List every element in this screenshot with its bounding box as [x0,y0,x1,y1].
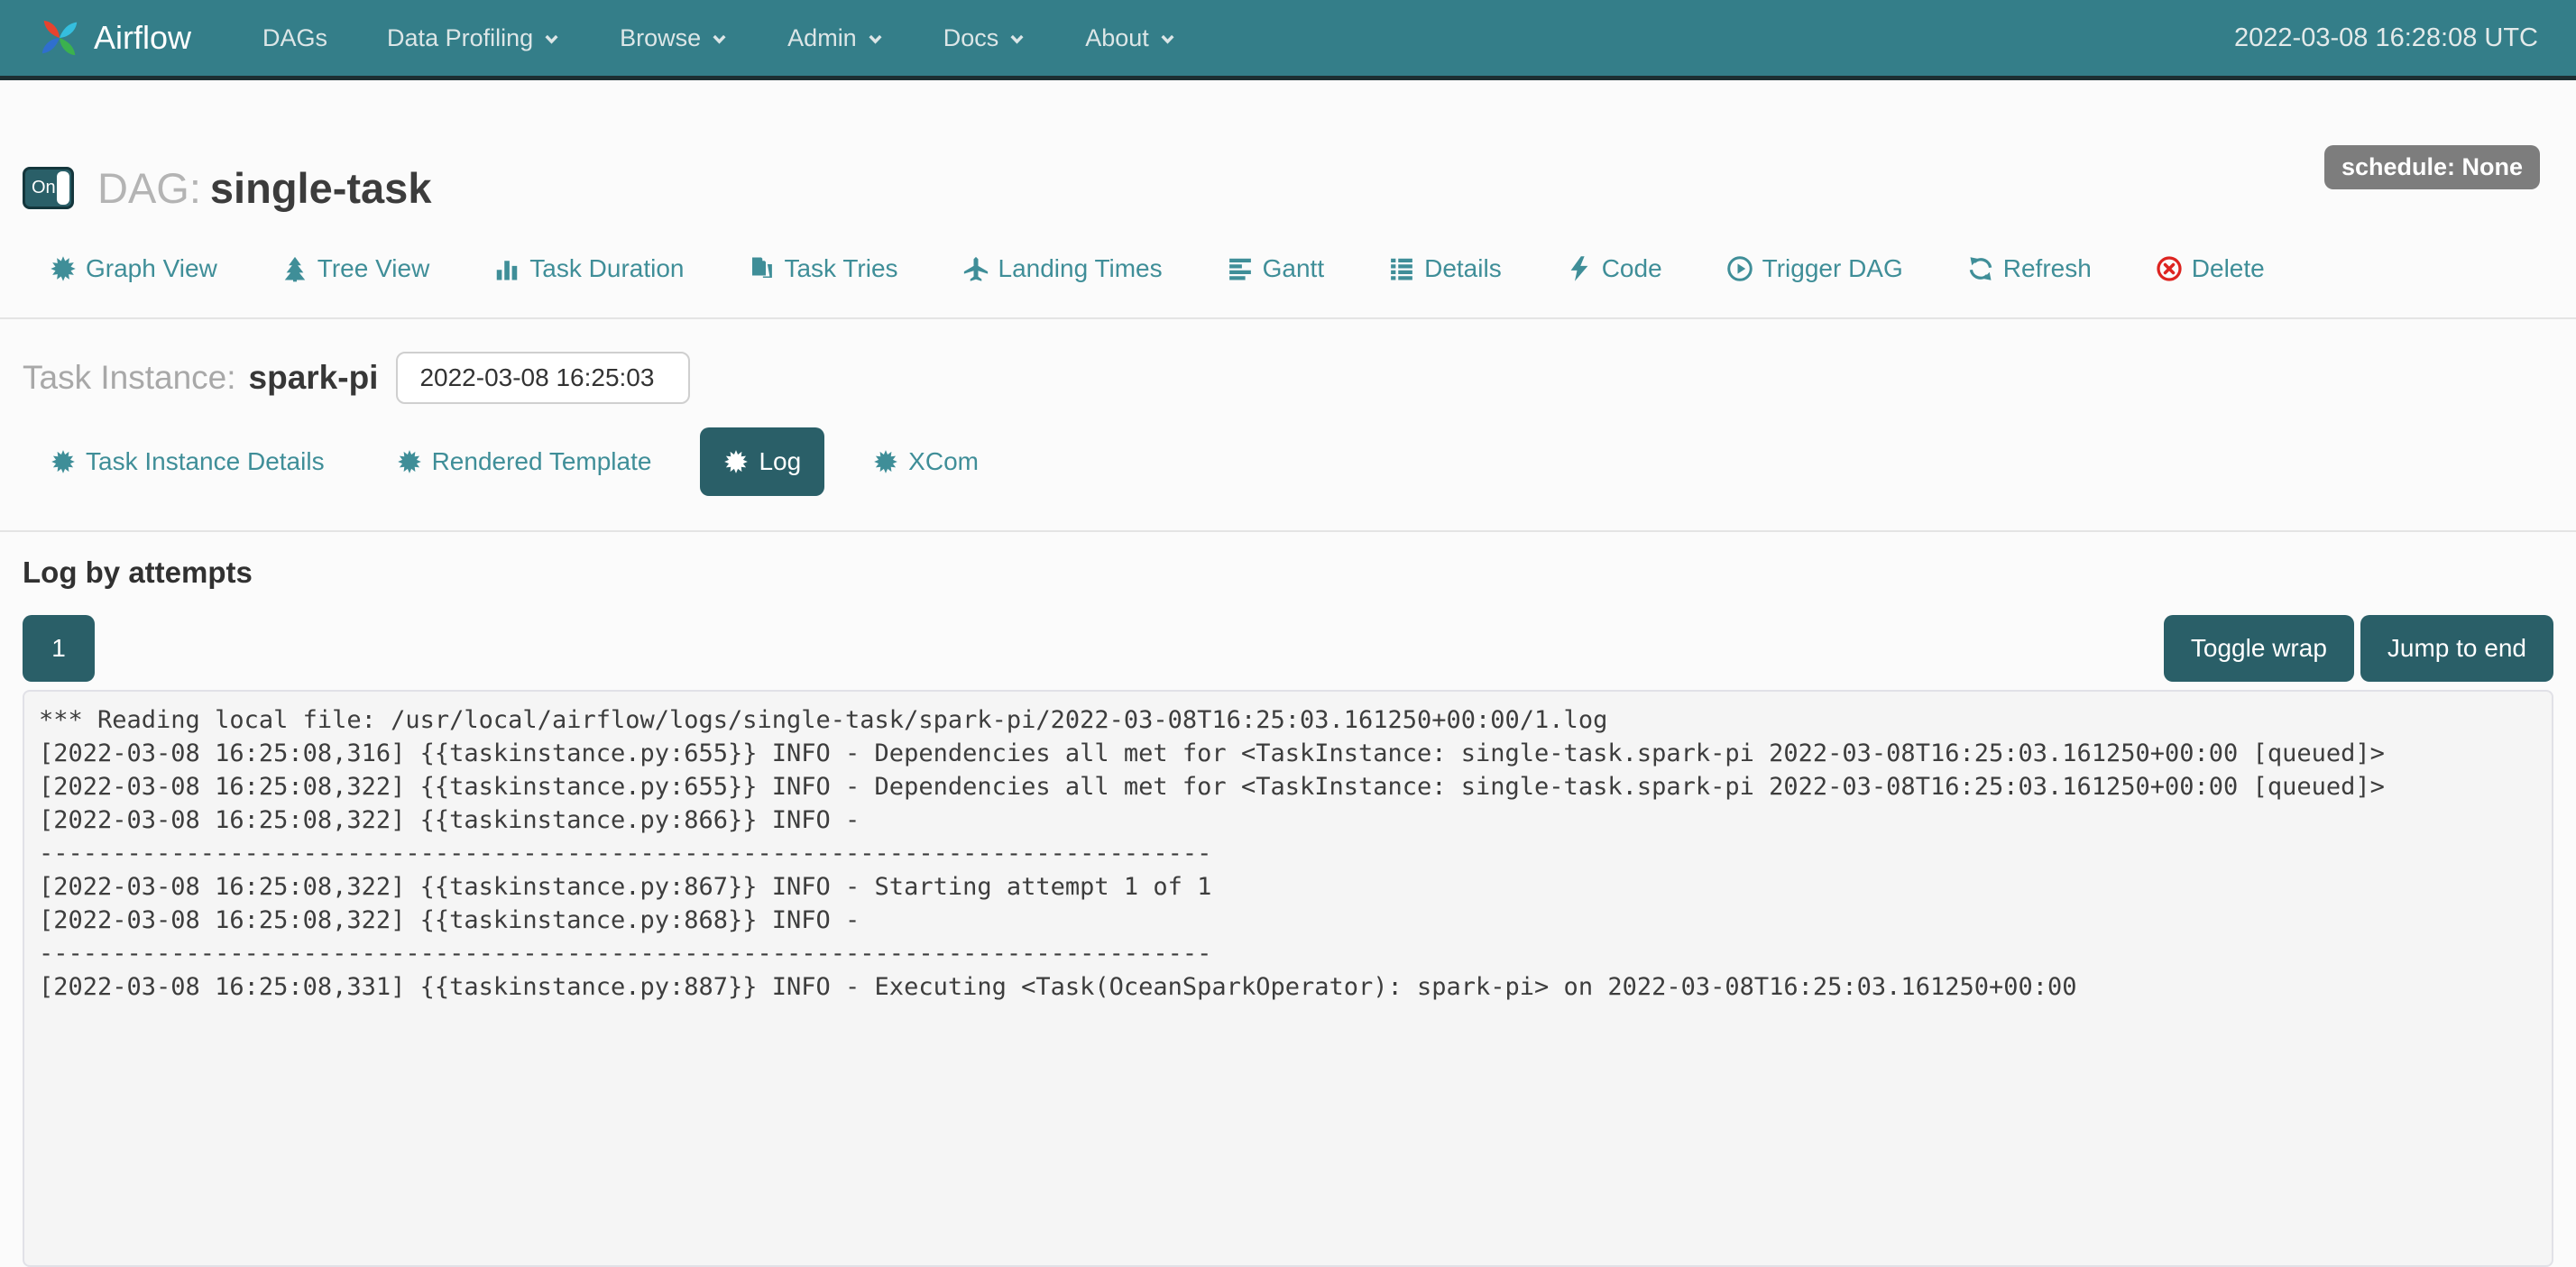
nav-item-about[interactable]: About [1055,0,1206,78]
log-line: [2022-03-08 16:25:08,322] {{taskinstance… [39,803,2537,837]
toggle-wrap-button[interactable]: Toggle wrap [2164,615,2354,682]
delete-circle-x-icon [2156,255,2183,282]
burst-icon [723,449,749,474]
dag-id: single-task [210,164,432,212]
log-line: ----------------------------------------… [39,937,2537,970]
refresh-icon [1967,255,1994,282]
view-link-delete[interactable]: Delete [2156,254,2265,283]
nav-item-browse[interactable]: Browse [590,0,758,78]
dag-header: On DAG:single-task schedule: None [23,163,2540,213]
chevron-down-icon [1008,34,1026,46]
nav-item-admin[interactable]: Admin [758,0,914,78]
attempt-toolbar: 1 Toggle wrap Jump to end [23,615,2553,682]
view-link-task-tries[interactable]: Task Tries [748,254,897,283]
toggle-knob [57,171,69,205]
log-buttons: Toggle wrap Jump to end [2164,615,2553,682]
bar-chart-icon [493,255,520,282]
view-link-tree-view[interactable]: Tree View [281,254,430,283]
tree-icon [281,255,308,282]
view-link-code[interactable]: Code [1566,254,1662,283]
chevron-down-icon [711,34,728,46]
view-link-task-duration[interactable]: Task Duration [493,254,684,283]
jump-to-end-button[interactable]: Jump to end [2360,615,2553,682]
attempt-1-tab[interactable]: 1 [23,615,95,682]
task-id: spark-pi [249,359,379,397]
airflow-logo-icon [34,13,85,63]
top-navbar: Airflow DAGs Data Profiling Browse Admin… [0,0,2576,80]
task-instance-row: Task Instance: spark-pi [23,352,2553,404]
tab-task-instance-details[interactable]: Task Instance Details [27,427,348,496]
task-instance-label: Task Instance: [23,359,236,397]
tab-log[interactable]: Log [700,427,824,496]
schedule-badge: schedule: None [2324,145,2540,189]
execution-date-input[interactable] [396,352,690,404]
view-link-refresh[interactable]: Refresh [1967,254,2092,283]
nav-item-docs[interactable]: Docs [914,0,1056,78]
play-circle-icon [1726,255,1753,282]
file-chart-icon [748,255,775,282]
plane-icon [962,255,989,282]
list-icon [1388,255,1415,282]
chevron-down-icon [1159,34,1176,46]
log-line: [2022-03-08 16:25:08,322] {{taskinstance… [39,770,2537,803]
burst-icon [50,255,77,282]
burst-icon [51,449,76,474]
section-divider [0,317,2576,319]
airflow-brand[interactable]: Airflow [34,13,191,63]
view-link-landing-times[interactable]: Landing Times [962,254,1163,283]
tab-rendered-template[interactable]: Rendered Template [373,427,676,496]
dag-pause-toggle[interactable]: On [23,167,74,209]
dag-view-links: Graph View Tree View Task Duration Task … [50,254,2553,283]
nav-item-dags[interactable]: DAGs [233,0,357,78]
section-divider [0,530,2576,532]
tab-xcom[interactable]: XCom [850,427,1002,496]
log-line: ----------------------------------------… [39,837,2537,870]
log-by-attempts-heading: Log by attempts [23,555,2553,590]
burst-icon [873,449,898,474]
log-line: [2022-03-08 16:25:08,322] {{taskinstance… [39,870,2537,904]
log-line: [2022-03-08 16:25:08,331] {{taskinstance… [39,970,2537,1004]
log-lines: *** Reading local file: /usr/local/airfl… [39,703,2537,1004]
log-line: *** Reading local file: /usr/local/airfl… [39,703,2537,737]
view-link-details[interactable]: Details [1388,254,1502,283]
log-output[interactable]: *** Reading local file: /usr/local/airfl… [23,690,2553,1267]
burst-icon [397,449,422,474]
toggle-on-label: On [32,178,56,198]
task-instance-tabs: Task Instance Details Rendered Template … [27,427,2553,496]
airflow-brand-label: Airflow [94,19,191,57]
view-link-gantt[interactable]: Gantt [1227,254,1324,283]
utc-clock: 2022-03-08 16:28:08 UTC [2234,23,2538,53]
bolt-icon [1566,255,1593,282]
nav-item-data-profiling[interactable]: Data Profiling [357,0,590,78]
page-title: DAG:single-task [97,163,431,213]
chevron-down-icon [867,34,884,46]
chevron-down-icon [543,34,560,46]
log-line: [2022-03-08 16:25:08,322] {{taskinstance… [39,904,2537,937]
view-link-graph-view[interactable]: Graph View [50,254,217,283]
gantt-bars-icon [1227,255,1254,282]
view-link-trigger-dag[interactable]: Trigger DAG [1726,254,1903,283]
dag-title-prefix: DAG: [97,164,201,212]
log-line: [2022-03-08 16:25:08,316] {{taskinstance… [39,737,2537,770]
